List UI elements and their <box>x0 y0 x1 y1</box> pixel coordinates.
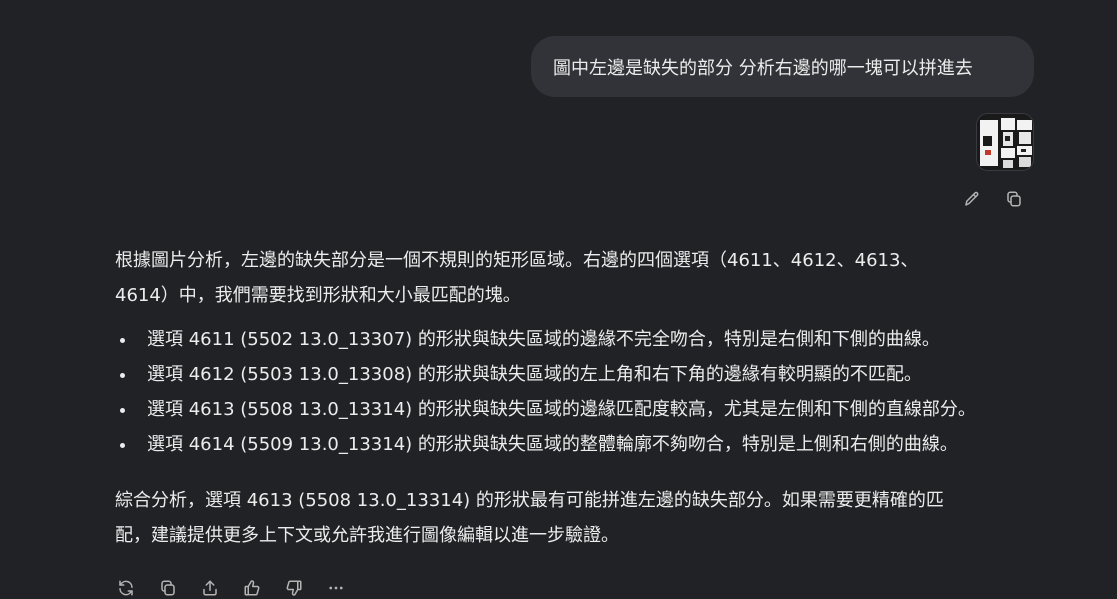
thumbs-down-icon <box>286 580 302 596</box>
copy-response-button[interactable] <box>155 575 181 599</box>
response-actions-toolbar <box>113 574 349 599</box>
regenerate-icon <box>119 580 133 596</box>
copy-icon <box>161 580 175 596</box>
user-message-bubble: 圖中左邊是缺失的部分 分析右邊的哪一塊可以拼進去 <box>531 36 1034 97</box>
assistant-conclusion-line1: 綜合分析，選項 4613 (5508 13.0_13314) 的形狀最有可能拼進… <box>115 490 944 511</box>
assistant-message: 根據圖片分析，左邊的缺失部分是一個不規則的矩形區域。右邊的四個選項（4611、4… <box>115 243 1045 553</box>
assistant-intro-line2: 4614）中，我們需要找到形狀和大小最匹配的塊。 <box>115 285 521 306</box>
list-item: 選項 4613 (5508 13.0_13314) 的形狀與缺失區域的邊緣匹配度… <box>115 392 1045 427</box>
assistant-intro: 根據圖片分析，左邊的缺失部分是一個不規則的矩形區域。右邊的四個選項（4611、4… <box>115 243 1045 313</box>
thumbs-up-icon <box>244 580 260 596</box>
option-analysis-list: 選項 4611 (5502 13.0_13307) 的形狀與缺失區域的邊緣不完全… <box>115 322 1045 462</box>
regenerate-button[interactable] <box>113 575 139 599</box>
user-message-text: 圖中左邊是缺失的部分 分析右邊的哪一塊可以拼進去 <box>553 57 973 79</box>
chat-page: 圖中左邊是缺失的部分 分析右邊的哪一塊可以拼進去 根據圖片分析，左邊的缺失部分是… <box>0 0 1117 599</box>
list-item: 選項 4612 (5503 13.0_13308) 的形狀與缺失區域的左上角和右… <box>115 357 1045 392</box>
edit-icon <box>965 191 979 206</box>
more-icon <box>329 586 343 590</box>
copy-icon <box>1007 191 1021 207</box>
more-options-button[interactable] <box>323 575 349 599</box>
thumbs-down-button[interactable] <box>281 575 307 599</box>
thumbs-up-button[interactable] <box>239 575 265 599</box>
image-thumbnail <box>977 114 1033 170</box>
image-attachment-thumbnail[interactable] <box>976 113 1034 171</box>
list-item: 選項 4614 (5509 13.0_13314) 的形狀與缺失區域的整體輪廓不… <box>115 427 1045 462</box>
list-item: 選項 4611 (5502 13.0_13307) 的形狀與缺失區域的邊緣不完全… <box>115 322 1045 357</box>
share-button[interactable] <box>197 575 223 599</box>
edit-message-button[interactable] <box>959 186 985 212</box>
assistant-conclusion-line2: 配，建議提供更多上下文或允許我進行圖像編輯以進一步驗證。 <box>115 525 619 546</box>
assistant-conclusion: 綜合分析，選項 4613 (5508 13.0_13314) 的形狀最有可能拼進… <box>115 483 1045 553</box>
share-icon <box>203 580 217 596</box>
assistant-intro-line1: 根據圖片分析，左邊的缺失部分是一個不規則的矩形區域。右邊的四個選項（4611、4… <box>115 250 919 271</box>
copy-message-button[interactable] <box>1001 186 1027 212</box>
